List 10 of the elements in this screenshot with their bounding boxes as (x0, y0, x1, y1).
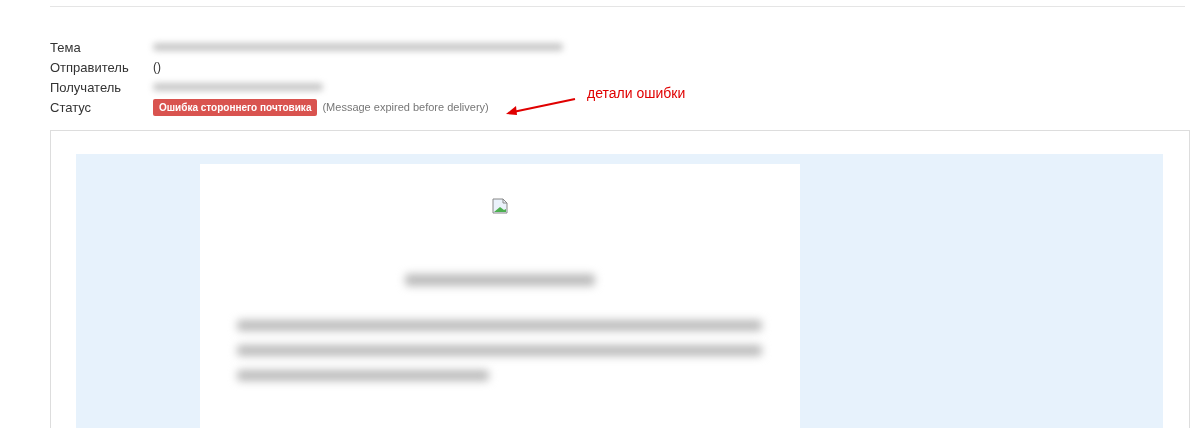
broken-image-icon (491, 198, 508, 214)
field-label: Статус (50, 99, 93, 115)
field-label: Отправитель (50, 59, 130, 75)
status-detail: (Message expired before delivery) (322, 101, 489, 113)
field-value: () (153, 60, 161, 74)
annotation-text: детали ошибки (587, 84, 686, 101)
arrow-icon (505, 96, 577, 117)
field-label: Тема (50, 39, 82, 55)
field-label: Получатель (50, 79, 123, 95)
status-badge: Ошибка стороннего почтовика (153, 98, 318, 116)
